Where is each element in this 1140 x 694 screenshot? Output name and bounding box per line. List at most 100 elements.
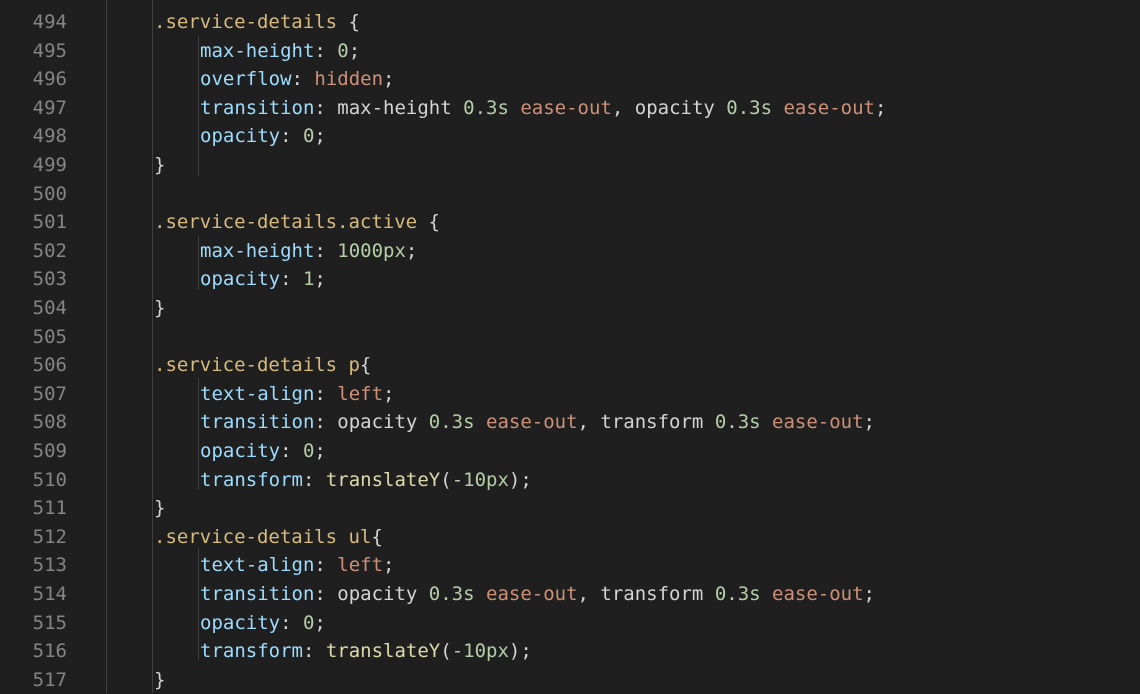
code-token: 0	[302, 440, 315, 462]
code-line[interactable]: 506 .service-details p{	[0, 351, 1140, 379]
code-token: transition	[200, 411, 315, 434]
code-token: :	[314, 382, 338, 405]
code-token: text-align	[200, 554, 315, 577]
code-token: :	[314, 554, 338, 577]
code-token: 0	[302, 611, 315, 634]
code-text[interactable]: transition: opacity 0.3s ease-out, trans…	[200, 408, 875, 436]
code-line[interactable]: 503 opacity: 1;	[0, 265, 1140, 293]
code-line[interactable]: 500	[0, 180, 1140, 208]
code-token: }	[154, 668, 166, 691]
code-token: :	[280, 268, 303, 291]
code-text[interactable]: }	[154, 494, 165, 522]
code-text[interactable]: transition: max-height 0.3s ease-out, op…	[200, 94, 886, 122]
code-token: :	[302, 640, 326, 663]
code-editor[interactable]: 494 .service-details {495 max-height: 0; 49…	[0, 0, 1140, 693]
code-line[interactable]: 499}	[0, 151, 1140, 179]
code-line[interactable]: 515 opacity: 0;	[0, 609, 1140, 637]
code-text[interactable]: }	[154, 666, 165, 694]
code-token: ;	[405, 239, 418, 262]
line-number: 503	[32, 268, 67, 291]
line-number: 511	[32, 497, 67, 520]
code-token: :	[314, 39, 338, 62]
code-line[interactable]: 494 .service-details {	[0, 8, 1140, 36]
code-token: 0.3s	[714, 411, 761, 434]
code-line[interactable]: 514 transition: opacity 0.3s ease-out, tr…	[0, 580, 1140, 608]
code-token: .service-details	[154, 11, 338, 33]
code-line[interactable]: 505	[0, 323, 1140, 351]
code-token: }	[154, 497, 166, 520]
code-line[interactable]: 508 transition: opacity 0.3s ease-out, tr…	[0, 408, 1140, 436]
code-line[interactable]: 517}	[0, 666, 1140, 694]
code-text[interactable]: overflow: hidden;	[200, 65, 395, 93]
code-token: ease-out	[486, 411, 578, 434]
code-text[interactable]: max-height: 0;	[200, 37, 360, 65]
line-number: 510	[32, 468, 67, 491]
code-text[interactable]: }	[154, 151, 165, 179]
code-text[interactable]: opacity: 0;	[200, 437, 326, 465]
code-line[interactable]: 509 opacity: 0;	[0, 437, 1140, 465]
code-text[interactable]: }	[154, 294, 165, 322]
code-line[interactable]: 510 transform: translateY(-10px);	[0, 466, 1140, 494]
line-number: 501	[32, 211, 67, 234]
code-text[interactable]: .service-details p{	[154, 351, 371, 379]
code-token: transform	[200, 468, 303, 491]
code-token: opacity	[200, 268, 281, 291]
code-line[interactable]: 498 opacity: 0;	[0, 122, 1140, 150]
line-number: 506	[32, 354, 67, 377]
code-text[interactable]: transition: opacity 0.3s ease-out, trans…	[200, 580, 875, 608]
code-line[interactable]: 511}	[0, 494, 1140, 522]
code-token: -10px	[451, 468, 509, 491]
code-token: :	[291, 68, 315, 91]
code-token: ,	[577, 411, 601, 434]
code-token: 0.3s	[726, 96, 773, 119]
code-token: (	[440, 640, 452, 663]
code-text[interactable]: max-height: 1000px;	[200, 237, 417, 265]
code-line[interactable]: 516 transform: translateY(-10px);	[0, 637, 1140, 665]
code-line[interactable]: 513 text-align: left;	[0, 551, 1140, 579]
line-number: 505	[32, 325, 67, 348]
code-token: ease-out	[772, 583, 864, 605]
code-text[interactable]: text-align: left;	[200, 551, 395, 579]
code-text[interactable]: opacity: 1;	[200, 265, 326, 293]
line-number: 498	[32, 125, 67, 148]
code-token: }	[154, 154, 166, 176]
code-text[interactable]: .service-details ul{	[154, 523, 383, 551]
code-line[interactable]: 504}	[0, 294, 1140, 322]
code-line[interactable]: 512 .service-details ul{	[0, 523, 1140, 551]
code-line[interactable]: 497 transition: max-height 0.3s ease-out,…	[0, 94, 1140, 122]
code-token: text-align	[200, 382, 315, 405]
code-line[interactable]: 501 .service-details.active {	[0, 208, 1140, 236]
code-token: .service-details p	[154, 354, 360, 377]
code-line[interactable]: 502 max-height: 1000px;	[0, 237, 1140, 265]
code-token: translateY	[325, 640, 441, 663]
code-text[interactable]: transform: translateY(-10px);	[200, 466, 532, 494]
code-token: translateY	[325, 468, 441, 491]
code-token: ;	[383, 382, 395, 405]
code-token: -10px	[451, 640, 509, 663]
code-token: opacity	[337, 583, 429, 605]
code-token: transform	[200, 640, 303, 663]
code-token: 0.3s	[428, 583, 475, 605]
code-token: max-height	[200, 39, 315, 62]
code-token: :	[314, 239, 338, 262]
code-line[interactable]: 496 overflow: hidden;	[0, 65, 1140, 93]
line-number: 499	[32, 154, 67, 176]
code-token: opacity	[200, 440, 281, 462]
line-number: 512	[32, 525, 67, 548]
code-token: 0.3s	[714, 583, 761, 605]
code-text[interactable]: opacity: 0;	[200, 122, 326, 150]
code-line[interactable]: 495 max-height: 0;	[0, 37, 1140, 65]
code-text[interactable]: opacity: 0;	[200, 609, 326, 637]
code-token: 0.3s	[428, 411, 475, 434]
code-token: ;	[383, 554, 395, 577]
code-text[interactable]: transform: translateY(-10px);	[200, 637, 532, 665]
line-number: 495	[32, 39, 67, 62]
code-token: ;	[383, 68, 395, 91]
code-text[interactable]: .service-details {	[154, 8, 360, 36]
code-line[interactable]: 507 text-align: left;	[0, 380, 1140, 408]
code-text[interactable]: .service-details.active {	[154, 208, 440, 236]
code-token: .service-details.active	[154, 211, 418, 234]
code-text[interactable]: text-align: left;	[200, 380, 395, 408]
